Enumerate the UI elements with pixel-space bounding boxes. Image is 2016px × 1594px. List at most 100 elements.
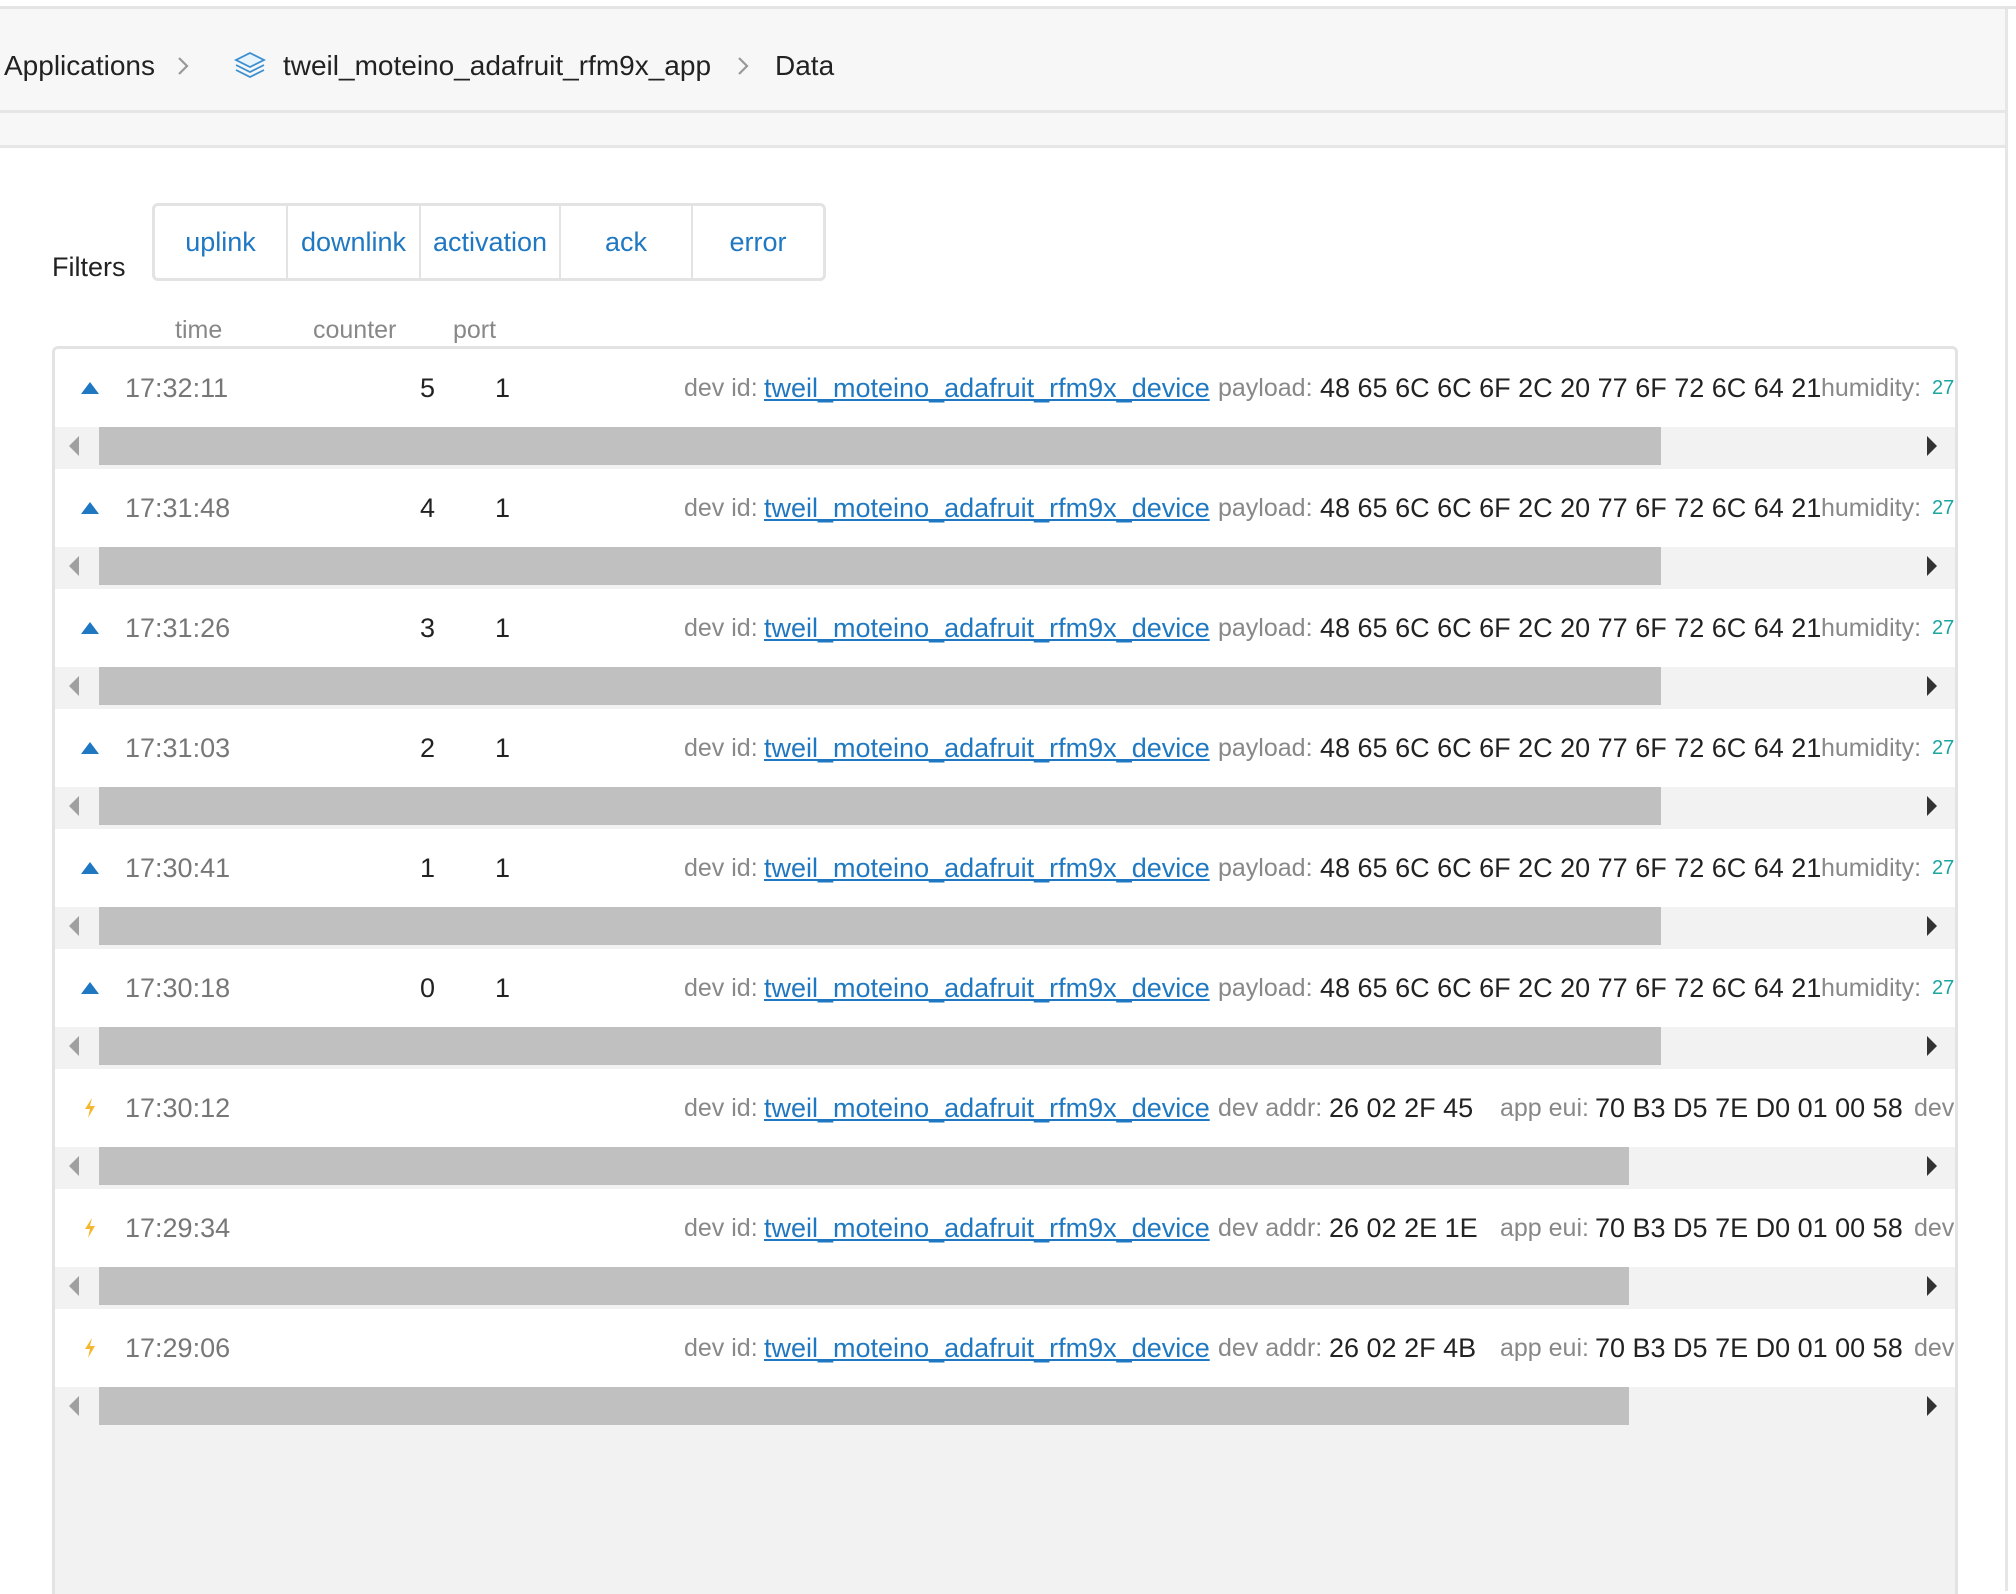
scroll-right-icon[interactable] bbox=[1927, 556, 1937, 576]
scroll-left-icon[interactable] bbox=[69, 1156, 79, 1176]
scroll-left-icon[interactable] bbox=[69, 1396, 79, 1416]
row-scrollbar[interactable] bbox=[55, 1147, 1955, 1185]
table-row[interactable]: 17:31:48 4 1 dev id: tweil_moteino_adafr… bbox=[55, 469, 1955, 589]
dev-id-link[interactable]: tweil_moteino_adafruit_rfm9x_device bbox=[764, 949, 1210, 1027]
scroll-thumb[interactable] bbox=[99, 787, 1661, 825]
filter-downlink-button[interactable]: downlink bbox=[288, 206, 421, 278]
scroll-right-icon[interactable] bbox=[1927, 1276, 1937, 1296]
breadcrumb-applications[interactable]: Applications bbox=[4, 50, 155, 82]
lightning-bolt-icon bbox=[79, 1069, 101, 1147]
scroll-right-icon[interactable] bbox=[1927, 1036, 1937, 1056]
scroll-left-icon[interactable] bbox=[69, 676, 79, 696]
scroll-thumb[interactable] bbox=[99, 547, 1661, 585]
payload-value: 48 65 6C 6C 6F 2C 20 77 6F 72 6C 64 21 bbox=[1320, 612, 1822, 643]
scroll-left-icon[interactable] bbox=[69, 556, 79, 576]
table-row[interactable]: 17:29:06 dev id: tweil_moteino_adafruit_… bbox=[55, 1309, 1955, 1429]
table-row[interactable]: 17:30:41 1 1 dev id: tweil_moteino_adafr… bbox=[55, 829, 1955, 949]
dev-id-link[interactable]: tweil_moteino_adafruit_rfm9x_device bbox=[764, 589, 1210, 667]
lightning-bolt-icon bbox=[79, 1189, 101, 1267]
payload-value: 48 65 6C 6C 6F 2C 20 77 6F 72 6C 64 21 bbox=[1320, 972, 1822, 1003]
table-row[interactable]: 17:30:18 0 1 dev id: tweil_moteino_adafr… bbox=[55, 949, 1955, 1069]
dev-id-link[interactable]: tweil_moteino_adafruit_rfm9x_device bbox=[764, 1189, 1210, 1267]
scroll-thumb[interactable] bbox=[99, 1267, 1629, 1305]
scroll-thumb[interactable] bbox=[99, 1387, 1629, 1425]
humidity-value: 27 bbox=[1932, 856, 1955, 879]
app-eui-label: app eui: bbox=[1500, 1093, 1589, 1122]
scroll-thumb[interactable] bbox=[99, 427, 1661, 465]
row-counter: 3 bbox=[419, 612, 435, 643]
table-row[interactable]: 17:32:11 5 1 dev id: tweil_moteino_adafr… bbox=[55, 349, 1955, 469]
row-content: 17:31:26 3 1 dev id: tweil_moteino_adafr… bbox=[55, 589, 1955, 667]
dev-id-link[interactable]: tweil_moteino_adafruit_rfm9x_device bbox=[764, 1069, 1210, 1147]
breadcrumb-app[interactable]: tweil_moteino_adafruit_rfm9x_app bbox=[211, 49, 711, 83]
scroll-left-icon[interactable] bbox=[69, 1036, 79, 1056]
dev-addr-label: dev addr: bbox=[1218, 1213, 1323, 1242]
filter-uplink-button[interactable]: uplink bbox=[155, 206, 288, 278]
row-content: 17:29:34 dev id: tweil_moteino_adafruit_… bbox=[55, 1189, 1955, 1267]
scroll-right-icon[interactable] bbox=[1927, 1156, 1937, 1176]
payload-value: 48 65 6C 6C 6F 2C 20 77 6F 72 6C 64 21 bbox=[1320, 732, 1822, 763]
layers-stack-icon bbox=[233, 51, 266, 79]
dev-id-link[interactable]: tweil_moteino_adafruit_rfm9x_device bbox=[764, 709, 1210, 787]
table-row[interactable]: 17:31:03 2 1 dev id: tweil_moteino_adafr… bbox=[55, 709, 1955, 829]
humidity-label: humidity: bbox=[1821, 493, 1922, 522]
row-time: 17:32:11 bbox=[125, 372, 229, 403]
dev-id-link[interactable]: tweil_moteino_adafruit_rfm9x_device bbox=[764, 829, 1210, 907]
scroll-left-icon[interactable] bbox=[69, 436, 79, 456]
messages-table: 17:32:11 5 1 dev id: tweil_moteino_adafr… bbox=[52, 346, 1958, 1594]
dev-addr-value: 26 02 2F 4B bbox=[1329, 1332, 1477, 1363]
dev-id-label: dev id: bbox=[684, 1333, 758, 1362]
filter-activation-button[interactable]: activation bbox=[421, 206, 561, 278]
dev-id-link[interactable]: tweil_moteino_adafruit_rfm9x_device bbox=[764, 1309, 1210, 1387]
payload-label: payload: bbox=[1218, 493, 1313, 522]
dev-id-link[interactable]: tweil_moteino_adafruit_rfm9x_device bbox=[764, 469, 1210, 547]
row-content: 17:31:03 2 1 dev id: tweil_moteino_adafr… bbox=[55, 709, 1955, 787]
scroll-right-icon[interactable] bbox=[1927, 796, 1937, 816]
row-port: 1 bbox=[495, 732, 511, 763]
row-time: 17:31:03 bbox=[125, 732, 231, 763]
scroll-left-icon[interactable] bbox=[69, 916, 79, 936]
humidity-label: humidity: bbox=[1821, 733, 1922, 762]
scroll-thumb[interactable] bbox=[99, 667, 1661, 705]
row-scrollbar[interactable] bbox=[55, 907, 1955, 945]
row-time: 17:30:18 bbox=[125, 972, 231, 1003]
filter-ack-button[interactable]: ack bbox=[561, 206, 693, 278]
scroll-right-icon[interactable] bbox=[1927, 676, 1937, 696]
row-port: 1 bbox=[495, 492, 511, 523]
row-scrollbar[interactable] bbox=[55, 427, 1955, 465]
row-scrollbar[interactable] bbox=[55, 667, 1955, 705]
scroll-right-icon[interactable] bbox=[1927, 1396, 1937, 1416]
triangle-up-icon bbox=[79, 709, 101, 787]
row-scrollbar[interactable] bbox=[55, 1267, 1955, 1305]
breadcrumb-current: Data bbox=[775, 50, 835, 81]
row-time: 17:30:41 bbox=[125, 852, 231, 883]
row-counter: 0 bbox=[419, 972, 435, 1003]
app-eui-label: app eui: bbox=[1500, 1213, 1589, 1242]
scroll-left-icon[interactable] bbox=[69, 1276, 79, 1296]
row-scrollbar[interactable] bbox=[55, 1387, 1955, 1425]
column-header-time: time bbox=[175, 316, 223, 344]
row-time: 17:31:48 bbox=[125, 492, 231, 523]
scroll-right-icon[interactable] bbox=[1927, 436, 1937, 456]
row-scrollbar[interactable] bbox=[55, 787, 1955, 825]
app-eui-value: 70 B3 D5 7E D0 01 00 58 bbox=[1595, 1332, 1903, 1363]
scroll-thumb[interactable] bbox=[99, 1027, 1661, 1065]
row-scrollbar[interactable] bbox=[55, 547, 1955, 585]
app-eui-label: app eui: bbox=[1500, 1333, 1589, 1362]
scroll-thumb[interactable] bbox=[99, 1147, 1629, 1185]
filter-error-button[interactable]: error bbox=[693, 206, 823, 278]
table-row[interactable]: 17:30:12 dev id: tweil_moteino_adafruit_… bbox=[55, 1069, 1955, 1189]
scroll-right-icon[interactable] bbox=[1927, 916, 1937, 936]
scroll-left-icon[interactable] bbox=[69, 796, 79, 816]
table-row[interactable]: 17:31:26 3 1 dev id: tweil_moteino_adafr… bbox=[55, 589, 1955, 709]
table-row[interactable]: 17:29:34 dev id: tweil_moteino_adafruit_… bbox=[55, 1189, 1955, 1309]
dev-id-label: dev id: bbox=[684, 973, 758, 1002]
breadcrumb: Applications tweil_moteino_adafruit_rfm9… bbox=[4, 41, 834, 91]
scroll-thumb[interactable] bbox=[99, 907, 1661, 945]
dev-id-link[interactable]: tweil_moteino_adafruit_rfm9x_device bbox=[764, 349, 1210, 427]
triangle-up-icon bbox=[79, 589, 101, 667]
row-scrollbar[interactable] bbox=[55, 1027, 1955, 1065]
row-counter: 2 bbox=[419, 732, 435, 763]
app-eui-value: 70 B3 D5 7E D0 01 00 58 bbox=[1595, 1092, 1903, 1123]
humidity-label: humidity: bbox=[1821, 373, 1922, 402]
